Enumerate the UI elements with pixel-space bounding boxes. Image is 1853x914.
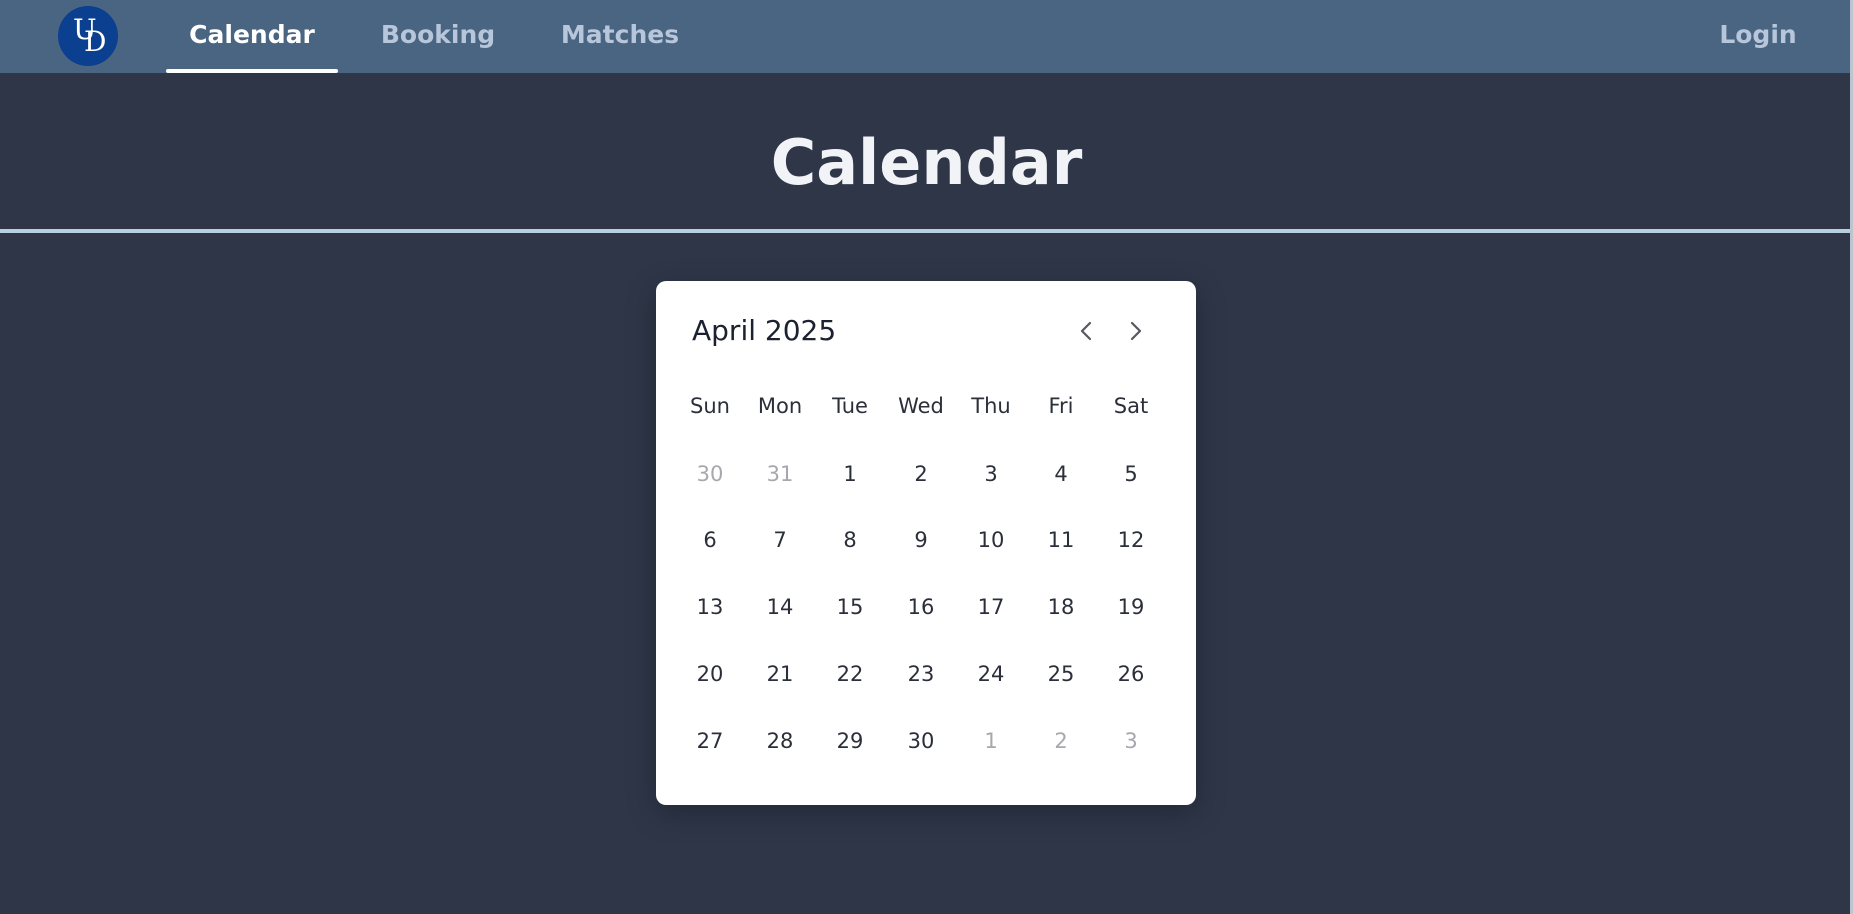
day-cell-outside-month[interactable]: 1 [961, 716, 1021, 766]
weekday-mon: Mon [757, 394, 803, 418]
month-label: April 2025 [692, 314, 837, 347]
day-cell[interactable]: 24 [961, 649, 1021, 699]
logo-letter-d: D [84, 25, 107, 58]
title-divider [0, 229, 1853, 233]
day-cell[interactable]: 4 [1031, 449, 1091, 499]
day-cell[interactable]: 20 [680, 649, 740, 699]
ud-logo[interactable]: U D [58, 6, 118, 66]
day-cell-outside-month[interactable]: 30 [680, 449, 740, 499]
day-cell[interactable]: 23 [891, 649, 951, 699]
weekday-sun: Sun [690, 394, 730, 418]
day-cell[interactable]: 30 [891, 716, 951, 766]
day-cell[interactable]: 6 [680, 515, 740, 565]
day-cell[interactable]: 18 [1031, 582, 1091, 632]
day-cell[interactable]: 14 [750, 582, 810, 632]
weekday-wed: Wed [898, 394, 944, 418]
weekday-thu: Thu [971, 394, 1011, 418]
day-cell[interactable]: 19 [1101, 582, 1161, 632]
day-cell[interactable]: 27 [680, 716, 740, 766]
day-cell[interactable]: 26 [1101, 649, 1161, 699]
day-cell-outside-month[interactable]: 2 [1031, 716, 1091, 766]
login-link[interactable]: Login [1710, 0, 1806, 73]
day-cell[interactable]: 29 [820, 716, 880, 766]
prev-month-button[interactable] [1067, 311, 1107, 351]
active-tab-indicator [166, 69, 338, 73]
day-cell[interactable]: 8 [820, 515, 880, 565]
page-title: Calendar [770, 126, 1083, 199]
weekday-tue: Tue [832, 394, 868, 418]
day-cell[interactable]: 21 [750, 649, 810, 699]
weekday-fri: Fri [1048, 394, 1074, 418]
day-cell-outside-month[interactable]: 3 [1101, 716, 1161, 766]
day-cell[interactable]: 17 [961, 582, 1021, 632]
day-cell[interactable]: 9 [891, 515, 951, 565]
calendar-card: April 2025 Sun Mon Tue Wed Thu Fri Sat 30 31 1 2 3… [656, 281, 1196, 805]
day-cell[interactable]: 28 [750, 716, 810, 766]
day-cell[interactable]: 5 [1101, 449, 1161, 499]
day-cell[interactable]: 13 [680, 582, 740, 632]
top-navbar: U D Calendar Booking Matches Login [0, 0, 1853, 73]
nav-link-booking[interactable]: Booking [370, 0, 506, 73]
day-cell[interactable]: 15 [820, 582, 880, 632]
nav-link-matches[interactable]: Matches [556, 0, 684, 73]
chevron-left-icon [1080, 321, 1092, 341]
day-cell[interactable]: 16 [891, 582, 951, 632]
day-cell[interactable]: 3 [961, 449, 1021, 499]
weekday-sat: Sat [1113, 394, 1149, 418]
next-month-button[interactable] [1115, 311, 1155, 351]
day-cell-outside-month[interactable]: 31 [750, 449, 810, 499]
day-cell[interactable]: 2 [891, 449, 951, 499]
day-cell[interactable]: 12 [1101, 515, 1161, 565]
chevron-right-icon [1130, 321, 1142, 341]
day-cell[interactable]: 22 [820, 649, 880, 699]
day-cell[interactable]: 1 [820, 449, 880, 499]
day-cell[interactable]: 7 [750, 515, 810, 565]
day-cell[interactable]: 11 [1031, 515, 1091, 565]
day-cell[interactable]: 10 [961, 515, 1021, 565]
nav-link-calendar[interactable]: Calendar [166, 0, 338, 73]
day-cell[interactable]: 25 [1031, 649, 1091, 699]
